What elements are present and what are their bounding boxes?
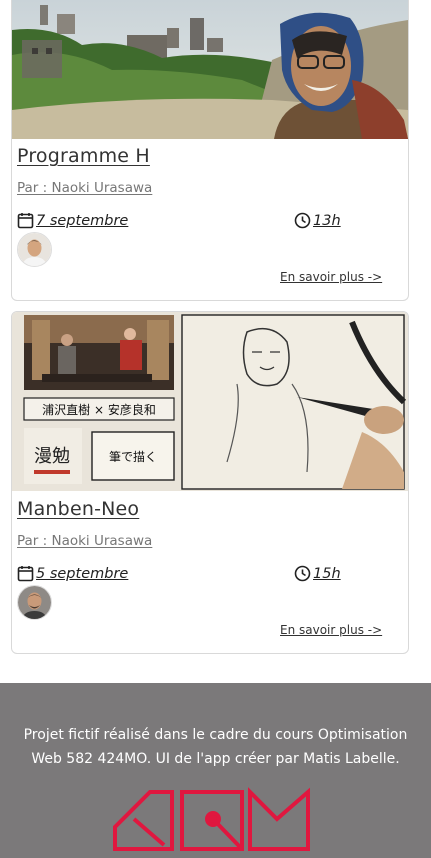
- event-date[interactable]: 5 septembre: [17, 565, 128, 582]
- event-time[interactable]: 13h: [294, 212, 341, 229]
- event-card[interactable]: Programme H Par : Naoki Urasawa 7 septem…: [11, 0, 409, 301]
- event-date[interactable]: 7 septembre: [17, 212, 128, 229]
- learn-more-link[interactable]: En savoir plus ->: [280, 623, 382, 637]
- avatar[interactable]: [17, 232, 52, 267]
- clock-icon: [294, 212, 311, 229]
- event-title[interactable]: Programme H: [17, 145, 150, 167]
- event-time-text: 15h: [313, 565, 341, 582]
- AQM-logo[interactable]: [112, 787, 312, 855]
- calendar-icon: [17, 213, 34, 229]
- calendar-icon: [17, 566, 34, 582]
- clock-icon: [294, 565, 311, 582]
- event-time-text: 13h: [313, 212, 341, 229]
- event-date-text: 7 septembre: [36, 212, 129, 229]
- event-author[interactable]: Par : Naoki Urasawa: [17, 180, 152, 196]
- event-image: 浦沢直樹 × 安彦良和 漫勉 筆で描く: [12, 312, 408, 491]
- event-author[interactable]: Par : Naoki Urasawa: [17, 533, 152, 549]
- event-card[interactable]: 浦沢直樹 × 安彦良和 漫勉 筆で描く Manben-Neo Par : Nao…: [11, 311, 409, 654]
- site-footer: Projet fictif réalisé dans le cadre du c…: [0, 683, 431, 858]
- learn-more-link[interactable]: En savoir plus ->: [280, 270, 382, 284]
- event-image: [12, 0, 408, 139]
- event-title[interactable]: Manben-Neo: [17, 498, 139, 520]
- image-brand-text: 漫勉: [34, 446, 70, 467]
- image-names-text: 浦沢直樹 × 安彦良和: [42, 402, 156, 417]
- event-date-text: 5 septembre: [36, 565, 129, 582]
- avatar[interactable]: [17, 585, 52, 620]
- image-caption-text: 筆で描く: [109, 450, 157, 464]
- footer-text: Projet fictif réalisé dans le cadre du c…: [23, 727, 408, 767]
- event-time[interactable]: 15h: [294, 565, 341, 582]
